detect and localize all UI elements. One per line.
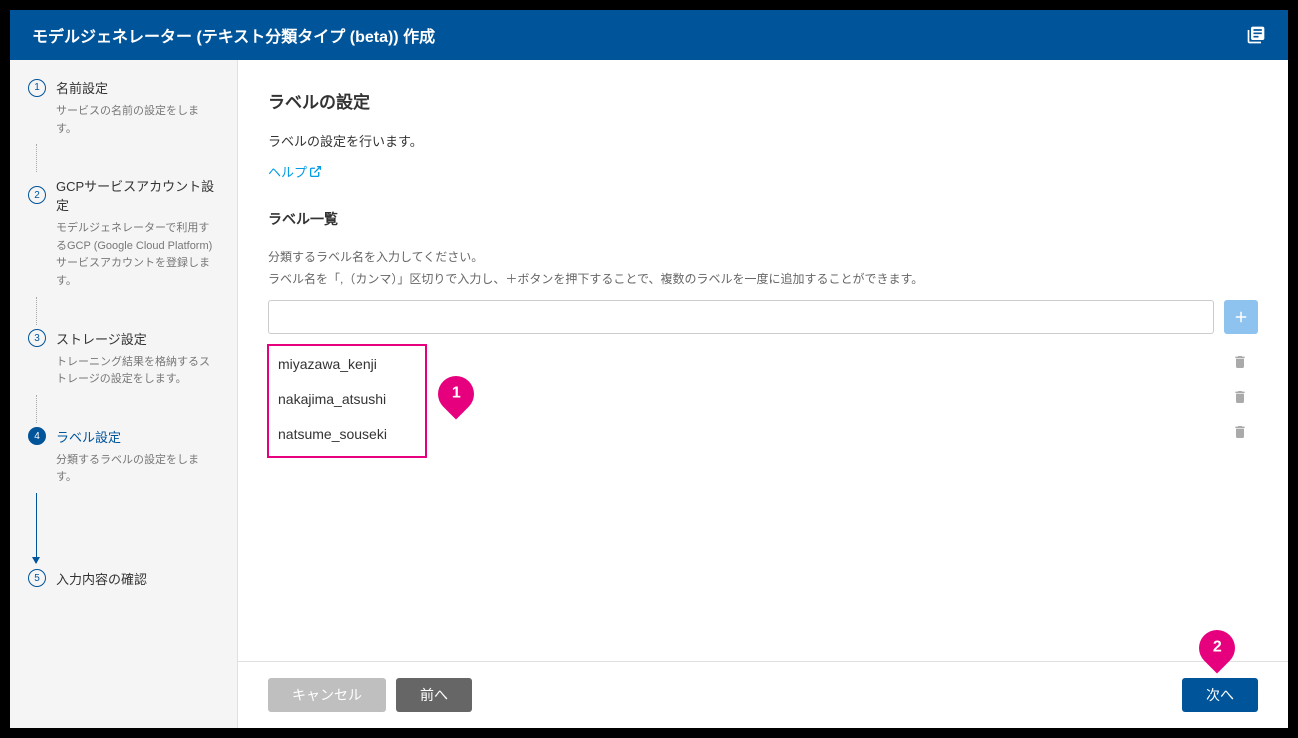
content: ラベルの設定 ラベルの設定を行います。 ヘルプ ラベル一覧 分類するラベル名を入… [238, 60, 1288, 661]
help-link[interactable]: ヘルプ [268, 162, 322, 181]
page-title: モデルジェネレーター (テキスト分類タイプ (beta)) 作成 [32, 23, 435, 47]
next-button[interactable]: 次へ [1182, 678, 1258, 712]
step-number-icon: 3 [28, 329, 46, 347]
label-item: nakajima_atsushi [268, 381, 1258, 416]
step-desc: サービスの名前の設定をします。 [56, 103, 219, 138]
step-number-icon: 2 [28, 186, 46, 204]
content-desc: ラベルの設定を行います。 [268, 131, 1258, 150]
step-3[interactable]: 3 ストレージ設定 トレーニング結果を格納するストレージの設定をします。 [28, 329, 219, 389]
footer: キャンセル 前へ 次へ 2 [238, 661, 1288, 728]
step-2[interactable]: 2 GCPサービスアカウント設定 モデルジェネレーターで利用するGCP (Goo… [28, 176, 219, 290]
header: モデルジェネレーター (テキスト分類タイプ (beta)) 作成 [10, 10, 1288, 60]
step-1[interactable]: 1 名前設定 サービスの名前の設定をします。 [28, 78, 219, 138]
label-input-row [268, 300, 1258, 334]
label-list: miyazawa_kenji nakajima_atsushi natsume_… [268, 346, 1258, 451]
step-connector [36, 144, 37, 172]
add-label-button[interactable] [1224, 300, 1258, 334]
app-window: モデルジェネレーター (テキスト分類タイプ (beta)) 作成 1 名前設定 … [10, 10, 1288, 728]
delete-icon[interactable] [1232, 389, 1248, 408]
section-title: ラベル一覧 [268, 209, 1258, 229]
body: 1 名前設定 サービスの名前の設定をします。 2 GCPサービスアカウント設定 … [10, 60, 1288, 728]
label-name: nakajima_atsushi [278, 391, 386, 407]
step-5[interactable]: 5 入力内容の確認 [28, 569, 219, 588]
step-connector-arrow [36, 493, 37, 563]
label-item: miyazawa_kenji [268, 346, 1258, 381]
delete-icon[interactable] [1232, 424, 1248, 443]
step-number-icon: 4 [28, 427, 46, 445]
step-connector [36, 297, 37, 325]
label-input[interactable] [268, 300, 1214, 334]
cancel-button[interactable]: キャンセル [268, 678, 386, 712]
label-item: natsume_souseki [268, 416, 1258, 451]
step-desc: 分類するラベルの設定をします。 [56, 452, 219, 487]
label-name: natsume_souseki [278, 426, 387, 442]
step-title: ラベル設定 [56, 427, 121, 446]
step-4-active[interactable]: 4 ラベル設定 分類するラベルの設定をします。 [28, 427, 219, 487]
step-title: 入力内容の確認 [56, 569, 147, 588]
step-desc: モデルジェネレーターで利用するGCP (Google Cloud Platfor… [56, 220, 219, 290]
step-title: GCPサービスアカウント設定 [56, 176, 219, 214]
step-number-icon: 5 [28, 569, 46, 587]
step-title: 名前設定 [56, 78, 108, 97]
step-number-icon: 1 [28, 79, 46, 97]
content-title: ラベルの設定 [268, 88, 1258, 113]
sidebar: 1 名前設定 サービスの名前の設定をします。 2 GCPサービスアカウント設定 … [10, 60, 238, 728]
step-connector [36, 395, 37, 423]
delete-icon[interactable] [1232, 354, 1248, 373]
docs-icon[interactable] [1246, 25, 1266, 45]
step-title: ストレージ設定 [56, 329, 147, 348]
plus-icon [1232, 308, 1250, 326]
hint-text: 分類するラベル名を入力してください。 ラベル名を「,（カンマ）」区切りで入力し、… [268, 247, 1258, 290]
footer-left: キャンセル 前へ [268, 678, 472, 712]
label-name: miyazawa_kenji [278, 356, 377, 372]
step-desc: トレーニング結果を格納するストレージの設定をします。 [56, 354, 219, 389]
main: ラベルの設定 ラベルの設定を行います。 ヘルプ ラベル一覧 分類するラベル名を入… [238, 60, 1288, 728]
help-link-label: ヘルプ [268, 162, 307, 181]
prev-button[interactable]: 前へ [396, 678, 472, 712]
